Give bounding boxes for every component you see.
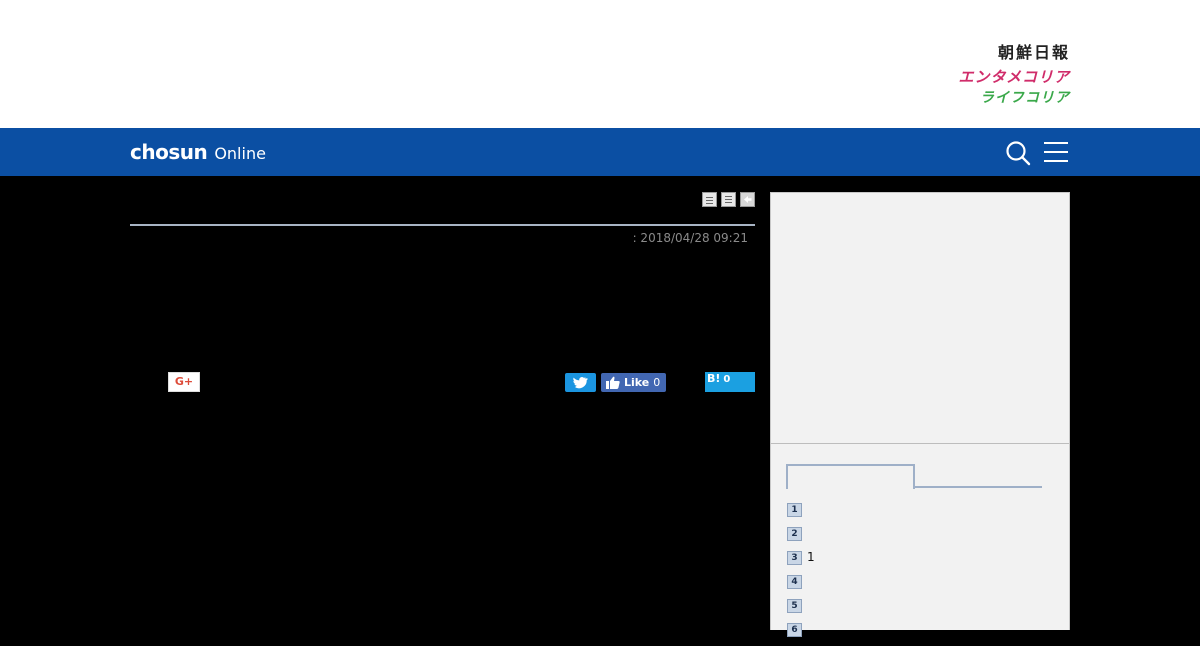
list-icon[interactable] [721, 192, 736, 207]
life-korea-link[interactable]: ライフコリア [958, 88, 1070, 108]
article-date: : 2018/04/28 09:21 [632, 231, 748, 245]
hatena-bookmark-button[interactable]: B! 0 [705, 372, 755, 392]
hamburger-menu-icon[interactable] [1044, 141, 1068, 163]
rank-badge: 4 [787, 575, 802, 589]
sidebar-divider [771, 443, 1069, 444]
sidebar-ad-slot [771, 193, 1069, 443]
logo-sub: Online [214, 144, 266, 163]
list-item[interactable]: 1 [787, 502, 1055, 526]
site-logo[interactable]: chosun Online [130, 138, 266, 166]
article-divider [130, 224, 755, 226]
sidebar: 1 2 3 1 4 5 6 [770, 192, 1070, 637]
rank-badge: 3 [787, 551, 802, 565]
rank-badge: 2 [787, 527, 802, 541]
twitter-share-button[interactable] [565, 373, 596, 392]
chosun-ilbo-link[interactable]: 朝鮮日報 [958, 42, 1070, 66]
top-header: 朝鮮日報 エンタメコリア ライフコリア [0, 0, 1200, 128]
tab-underline [913, 486, 1042, 488]
tab-ranking-1[interactable] [786, 464, 915, 489]
list-item[interactable]: 2 [787, 526, 1055, 550]
rank-badge: 5 [787, 599, 802, 613]
thumbs-up-icon [606, 376, 620, 389]
hatena-bookmark-label: B! [707, 372, 721, 385]
logo-main: chosun [130, 140, 208, 164]
google-plus-share-button[interactable]: G+ [168, 372, 200, 392]
list-item[interactable]: 6 [787, 622, 1055, 646]
ranking-list: 1 2 3 1 4 5 6 [787, 502, 1055, 646]
entame-korea-link[interactable]: エンタメコリア [958, 66, 1070, 88]
rank-badge: 1 [787, 503, 802, 517]
facebook-like-label: Like [624, 376, 650, 389]
list-item[interactable]: 5 [787, 598, 1055, 622]
list-item[interactable]: 3 1 [787, 550, 1055, 574]
article-tools [702, 192, 755, 207]
print-icon[interactable] [702, 192, 717, 207]
tab-ranking-2[interactable] [915, 464, 1042, 486]
facebook-like-count: 0 [653, 376, 661, 389]
navbar: chosun Online [0, 128, 1200, 176]
rank-badge: 6 [787, 623, 802, 637]
search-icon[interactable] [1005, 140, 1031, 166]
back-icon[interactable] [740, 192, 755, 207]
brand-links: 朝鮮日報 エンタメコリア ライフコリア [958, 42, 1070, 108]
facebook-like-button[interactable]: Like 0 [601, 373, 666, 392]
list-item[interactable]: 4 [787, 574, 1055, 598]
rank-title: 1 [807, 550, 815, 564]
hatena-bookmark-count: 0 [723, 374, 731, 385]
twitter-icon [573, 377, 588, 389]
